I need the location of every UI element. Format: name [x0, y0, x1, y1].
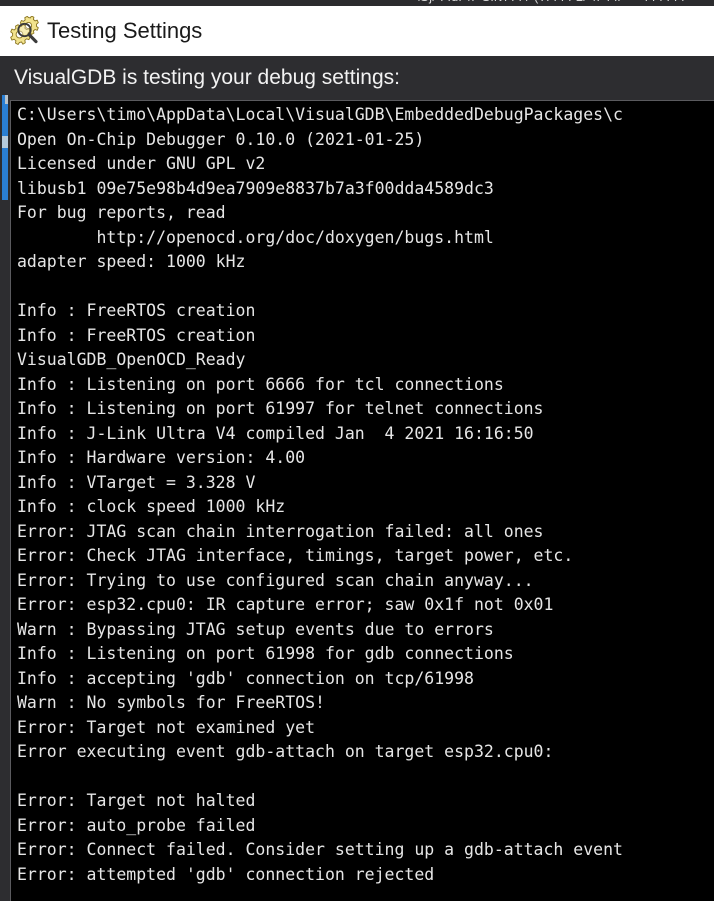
console-line: libusb1 09e75e98b4d9ea7909e8837b7a3f00dd…: [17, 178, 494, 198]
console-line: Info : Listening on port 61997 for telne…: [17, 399, 544, 418]
dialog-title-bar: Testing Settings: [0, 6, 714, 56]
console-line: Info : clock speed 1000 kHz: [17, 497, 286, 516]
console-line: Error: Target not halted: [17, 791, 256, 810]
console-line: C:\Users\timo\AppData\Local\VisualGDB\Em…: [17, 105, 623, 124]
dialog-title: Testing Settings: [47, 18, 203, 43]
console-line: Error: Connect failed. Consider setting …: [17, 840, 623, 859]
console-line: Error: JTAG scan chain interrogation fai…: [17, 521, 544, 541]
console-line: Warn : Bypassing JTAG setup events due t…: [17, 619, 494, 639]
console-line: Info : VTarget = 3.328 V: [17, 472, 256, 492]
console-line: Error: Check JTAG interface, timings, ta…: [17, 546, 574, 565]
console-output-panel[interactable]: C:\Users\timo\AppData\Local\VisualGDB\Em…: [10, 100, 714, 901]
console-line: Info : Listening on port 61998 for gdb c…: [17, 644, 514, 663]
console-line: Error: attempted 'gdb' connection reject…: [17, 864, 435, 884]
console-line: Info : Listening on port 6666 for tcl co…: [17, 374, 504, 394]
testing-settings-window: \Sj/ i idi \7 Silvi i i / (?i i i i L/ \…: [0, 0, 714, 901]
background-window-text: \Sj/ i idi \7 Silvi i i / (?i i i i L/ \…: [408, 0, 685, 4]
console-line: Error executing event gdb-attach on targ…: [17, 742, 554, 761]
indicator-caret-icon: [2, 136, 8, 148]
console-line: http://openocd.org/doc/doxygen/bugs.html: [17, 227, 494, 247]
console-line: Error: auto_probe failed: [17, 815, 256, 835]
panel-heading: VisualGDB is testing your debug settings…: [14, 66, 400, 89]
console-line: Error: Target not examined yet: [17, 717, 316, 737]
console-line: adapter speed: 1000 kHz: [17, 252, 246, 271]
console-line: Licensed under GNU GPL v2: [17, 154, 266, 173]
console-line: For bug reports, read: [17, 203, 226, 222]
console-line: Warn : No symbols for FreeRTOS!: [17, 693, 325, 712]
console-line: Error: esp32.cpu0: IR capture error; saw…: [17, 595, 554, 614]
indicator-nub-icon: [5, 95, 8, 104]
console-line: Info : accepting 'gdb' connection on tcp…: [17, 668, 474, 688]
console-line: Info : Hardware version: 4.00: [17, 448, 306, 467]
console-line: Info : J-Link Ultra V4 compiled Jan 4 20…: [17, 423, 534, 443]
console-line: Info : FreeRTOS creation: [17, 301, 256, 320]
console-line: Info : FreeRTOS creation: [17, 325, 256, 345]
console-line: Open On-Chip Debugger 0.10.0 (2021-01-25…: [17, 129, 425, 149]
console-line: VisualGDB_OpenOCD_Ready: [17, 350, 246, 369]
gears-magnifier-icon: [10, 15, 40, 46]
console-line: Error: Trying to use configured scan cha…: [17, 570, 534, 590]
testing-panel: VisualGDB is testing your debug settings…: [0, 56, 714, 901]
console-output-lines: C:\Users\timo\AppData\Local\VisualGDB\Em…: [17, 103, 714, 901]
